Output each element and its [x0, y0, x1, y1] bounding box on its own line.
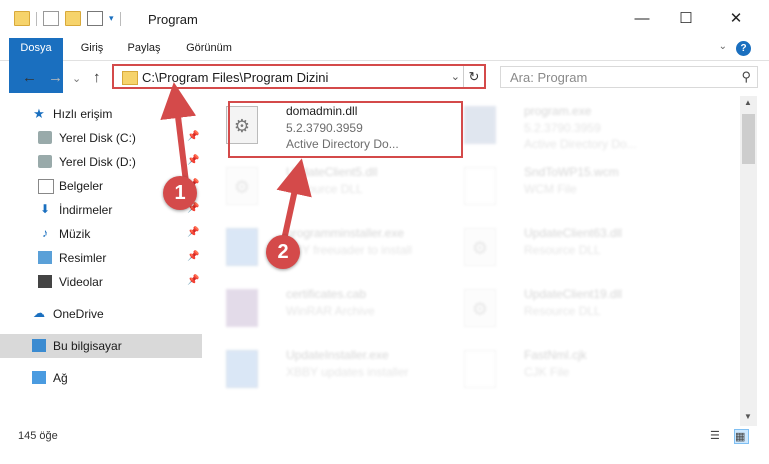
annotation-arrows: [160, 82, 312, 241]
arrow-2: [276, 158, 312, 241]
arrow-1: [160, 82, 197, 183]
callout-2: 2: [266, 235, 300, 269]
callout-1: 1: [163, 176, 197, 210]
